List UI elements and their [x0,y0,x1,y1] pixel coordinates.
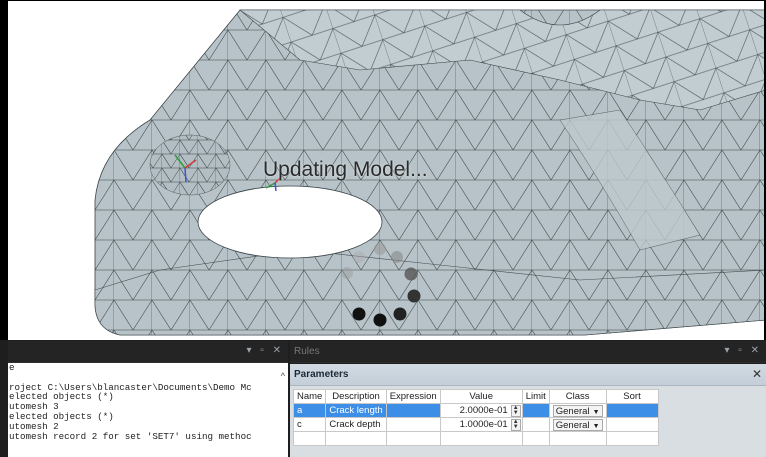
table-row[interactable]: c Crack depth 1.0000e-01 ▲ ▼ General ▼ [292,417,659,432]
value-spinner-icon[interactable]: ▲ ▼ [510,419,521,431]
rules-panel-header: Rules ▾ ▫ ✕ [290,341,766,363]
table-header-row: Name Description Expression Value Limit … [292,389,659,404]
column-header-value[interactable]: Value [439,389,523,404]
column-header-name[interactable]: Name [292,389,327,404]
class-select[interactable]: General ▼ [552,404,603,417]
value-text[interactable]: 2.0000e-01 [460,405,508,416]
console-line: elected objects (*) [9,392,114,403]
close-icon[interactable]: ✕ [752,367,762,381]
model-viewport[interactable]: Updating Model... [0,0,766,340]
scroll-up-icon[interactable]: ^ [281,371,285,381]
console-panel-window-controls[interactable]: ▾ ▫ ✕ [247,345,285,356]
chevron-down-icon: ▼ [592,408,600,416]
class-select-value: General [555,419,590,431]
table-row-empty[interactable] [292,431,659,446]
column-header-class[interactable]: Class [548,389,607,404]
console-line: e [9,363,15,373]
cell-class[interactable]: General ▼ [548,403,607,418]
value-spinner-icon[interactable]: ▲ ▼ [510,405,521,417]
cell-limit[interactable] [521,403,550,418]
cell-class[interactable]: General ▼ [548,417,607,432]
viewport-border-left [0,0,8,340]
parameters-title: Parameters [294,369,349,380]
parameters-table: Name Description Expression Value Limit … [292,389,659,446]
parameters-window: Parameters ✕ Name Description Expression… [290,364,766,457]
value-text[interactable]: 1.0000e-01 [460,419,508,430]
cell-sort[interactable] [605,417,659,432]
table-row[interactable]: a Crack length 2.0000e-01 ▲ ▼ General ▼ [292,403,659,418]
cell-limit[interactable] [521,417,550,432]
cell-name[interactable]: c [292,417,327,432]
column-header-expression[interactable]: Expression [385,389,441,404]
class-select-value: General [555,405,590,417]
cell-description[interactable]: Crack length [325,403,387,418]
rules-panel: Rules ▾ ▫ ✕ Parameters ✕ Name Descriptio… [290,341,766,457]
cell-description[interactable]: Crack depth [325,417,387,432]
column-header-limit[interactable]: Limit [521,389,550,404]
cell-sort[interactable] [605,403,659,418]
cell-value[interactable]: 2.0000e-01 ▲ ▼ [439,403,523,418]
rules-panel-title: Rules [294,346,320,357]
mesh-hole [197,185,383,259]
cell-expression[interactable] [385,417,441,432]
console-panel-header: ▾ ▫ ✕ [8,341,288,363]
column-header-sort[interactable]: Sort [605,389,659,404]
console-line: utomesh 2 [9,421,59,432]
console-output[interactable]: e roject C:\Users\blancaster\Documents\D… [8,363,288,457]
cell-value[interactable]: 1.0000e-01 ▲ ▼ [439,417,523,432]
viewport-border-top [0,0,766,1]
parameters-titlebar: Parameters ✕ [290,364,766,386]
console-line: roject C:\Users\blancaster\Documents\Dem… [9,382,252,393]
cell-expression[interactable] [385,403,441,418]
console-line: elected objects (*) [9,411,114,422]
updating-model-status: Updating Model... [263,158,428,181]
console-line: utomesh record 2 for set 'SET7' using me… [9,431,252,442]
chevron-down-icon: ▼ [592,422,600,430]
rules-panel-window-controls[interactable]: ▾ ▫ ✕ [725,345,763,356]
class-select[interactable]: General ▼ [552,418,603,431]
cell-name[interactable]: a [292,403,327,418]
column-header-description[interactable]: Description [325,389,387,404]
console-panel: ▾ ▫ ✕ e roject C:\Users\blancaster\Docum… [8,341,288,457]
bottom-dock: ▾ ▫ ✕ e roject C:\Users\blancaster\Docum… [0,340,766,457]
console-line: utomesh 3 [9,402,59,412]
